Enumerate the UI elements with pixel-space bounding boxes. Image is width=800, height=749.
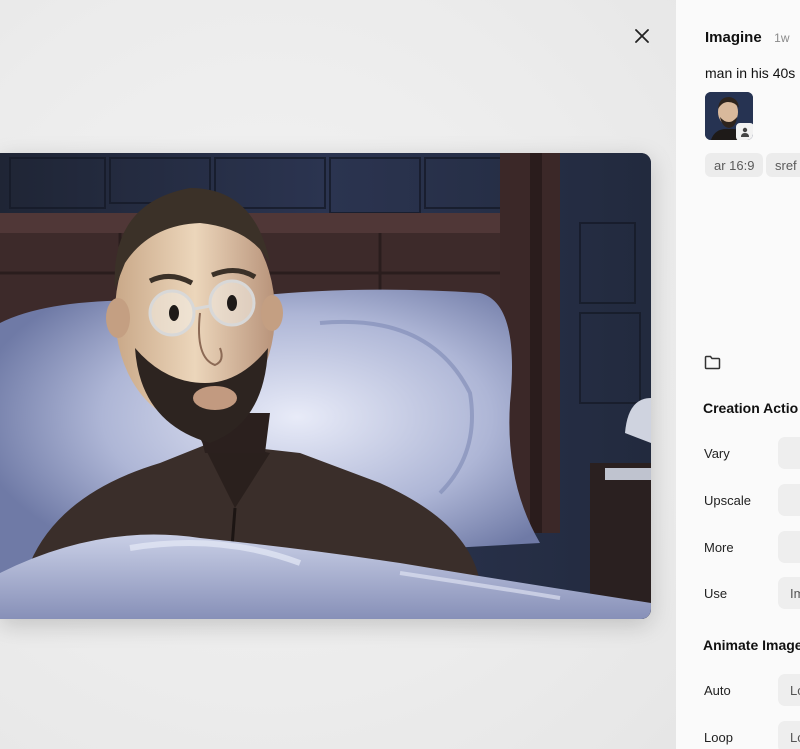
- person-icon: [741, 127, 749, 137]
- person-reference-badge: [736, 123, 753, 140]
- add-to-folder-button[interactable]: [704, 355, 721, 375]
- loop-animate-button[interactable]: Lo: [778, 721, 800, 749]
- reference-image-thumbnail[interactable]: [705, 92, 753, 140]
- prompt-text[interactable]: man in his 40s: [705, 65, 795, 81]
- upscale-option-button[interactable]: [778, 484, 800, 516]
- more-option-button[interactable]: [778, 531, 800, 563]
- vary-option-button[interactable]: [778, 437, 800, 469]
- auto-animate-button[interactable]: Lo: [778, 674, 800, 706]
- animate-image-heading: Animate Image: [703, 637, 800, 653]
- close-button[interactable]: [630, 24, 654, 48]
- more-label: More: [704, 540, 734, 555]
- folder-icon: [704, 355, 721, 370]
- upscale-label: Upscale: [704, 493, 751, 508]
- generated-image[interactable]: [0, 153, 651, 619]
- auto-label: Auto: [704, 683, 731, 698]
- use-label: Use: [704, 586, 728, 601]
- illustration-man-in-bed: [0, 153, 651, 619]
- close-icon: [635, 29, 649, 43]
- job-age-label: 1w: [774, 31, 790, 45]
- creation-actions-heading: Creation Actio: [703, 400, 799, 416]
- param-chip-aspect-ratio[interactable]: ar 16:9: [705, 153, 764, 177]
- vary-label: Vary: [704, 446, 730, 461]
- loop-label: Loop: [704, 730, 733, 745]
- param-chip-sref[interactable]: sref: [766, 153, 800, 177]
- panel-header: Imagine 1w: [705, 29, 789, 47]
- details-panel: Imagine 1w man in his 40s ar 16:9 sref C…: [676, 0, 800, 749]
- use-image-button[interactable]: Im: [778, 577, 800, 609]
- job-type-label: Imagine: [705, 29, 762, 46]
